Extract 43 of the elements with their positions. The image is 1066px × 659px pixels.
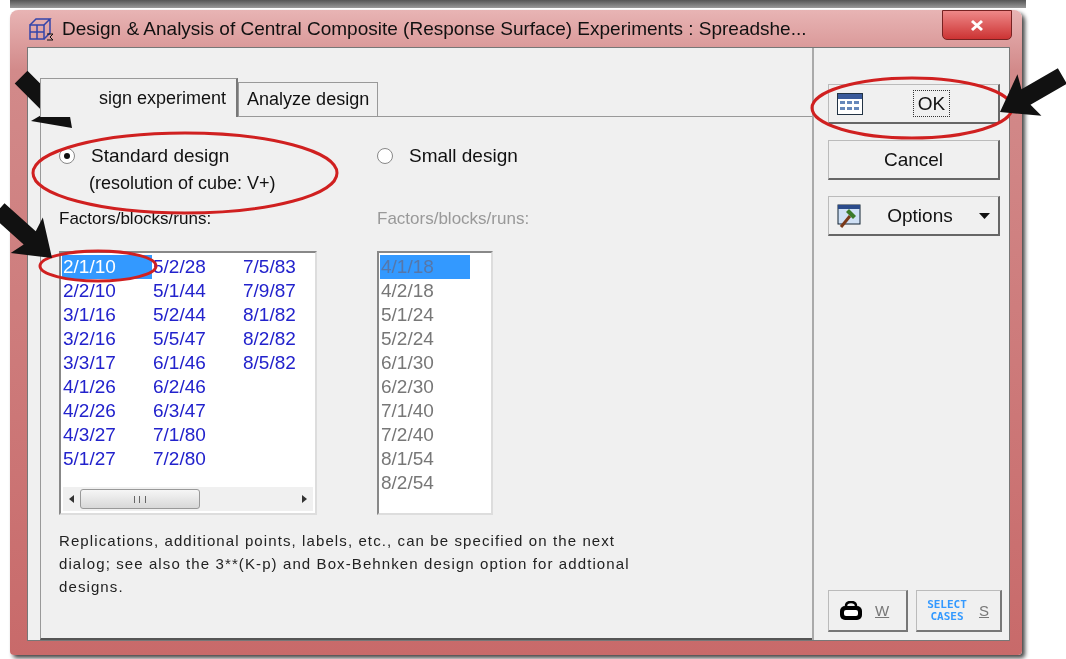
radio-sublabel: (resolution of cube: V+) bbox=[89, 173, 277, 195]
list-item[interactable]: 4/3/27 bbox=[62, 423, 152, 447]
caret-icon bbox=[979, 212, 990, 219]
scroll-left-icon[interactable] bbox=[69, 495, 74, 503]
list-item[interactable]: 4/1/26 bbox=[62, 375, 152, 399]
list-item[interactable]: 3/3/17 bbox=[62, 351, 152, 375]
ok-button[interactable]: OK bbox=[828, 84, 1000, 124]
list-item[interactable]: 5/1/27 bbox=[62, 447, 152, 471]
tab[interactable]: sign experiment bbox=[40, 78, 239, 117]
list-label: Factors/blocks/runs: bbox=[59, 209, 213, 229]
list-item[interactable]: 7/1/80 bbox=[152, 423, 242, 447]
list-item[interactable]: 5/2/44 bbox=[152, 303, 242, 327]
close-button[interactable] bbox=[942, 10, 1012, 40]
list-item[interactable]: 6/2/46 bbox=[152, 375, 242, 399]
cube-grid-icon bbox=[28, 16, 54, 41]
horizontal-scrollbar[interactable] bbox=[63, 487, 313, 511]
weight-icon bbox=[839, 600, 863, 621]
tab[interactable]: Analyze design bbox=[238, 82, 379, 116]
pointer-arrow bbox=[1000, 68, 1066, 116]
options-button[interactable]: Options bbox=[828, 196, 1000, 236]
list-item[interactable]: 5/1/44 bbox=[152, 279, 242, 303]
radio-label: Small design bbox=[409, 145, 518, 167]
cancel-button[interactable]: Cancel bbox=[828, 140, 1000, 180]
list-item[interactable]: 3/1/16 bbox=[62, 303, 152, 327]
list-item[interactable]: 4/2/26 bbox=[62, 399, 152, 423]
spreadsheet-icon bbox=[837, 92, 863, 115]
pointer-arrow bbox=[14, 70, 72, 128]
select-cases-button[interactable]: SELECT CASES S bbox=[916, 590, 1002, 632]
list-item[interactable]: 5/5/47 bbox=[152, 327, 242, 351]
info-text: Replications, additional points, labels, etc., can be specified on the next dialog; see also the 3**(K-p) and Box-Behnken design option for addtional designs. bbox=[59, 531, 631, 597]
weights-button[interactable]: W bbox=[828, 590, 908, 632]
window-title: Design & Analysis of Central Composite (Response Surface) Experiments : Spreadshe... bbox=[62, 17, 808, 40]
scroll-right-icon[interactable] bbox=[302, 495, 307, 503]
list-item[interactable]: 2/2/10 bbox=[62, 279, 152, 303]
list-label: Factors/blocks/runs: bbox=[377, 209, 531, 229]
radio-label: Standard design bbox=[91, 145, 230, 167]
list-item[interactable]: 6/1/46 bbox=[152, 351, 242, 375]
close-icon bbox=[970, 18, 984, 32]
list-item[interactable]: 7/2/80 bbox=[152, 447, 242, 471]
hammer-icon bbox=[837, 203, 861, 228]
pointer-arrow bbox=[0, 203, 52, 258]
list-item[interactable]: 6/3/47 bbox=[152, 399, 242, 423]
list-item[interactable]: 3/2/16 bbox=[62, 327, 152, 351]
